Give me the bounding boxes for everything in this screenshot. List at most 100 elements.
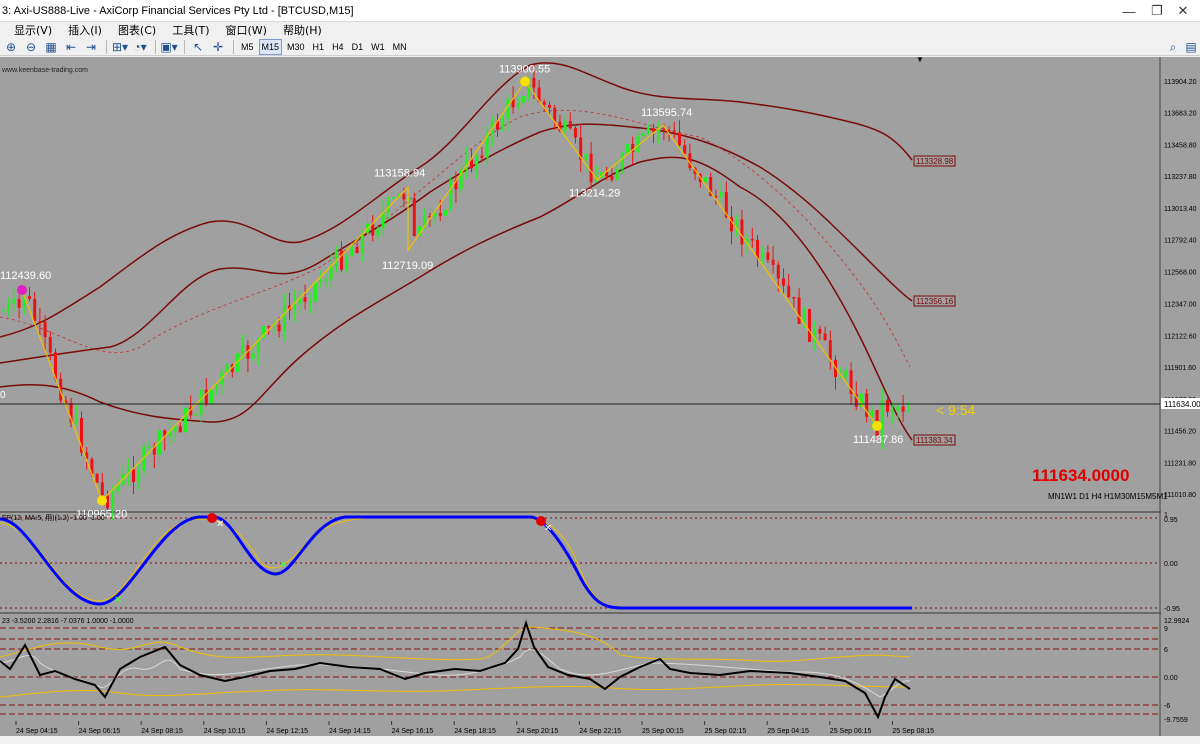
candle-body [891, 410, 895, 412]
chart-shift-marker[interactable]: ▼ [916, 55, 924, 64]
candle-body [376, 228, 380, 236]
indicators-icon[interactable]: ◔▾ [131, 39, 149, 55]
candle-body [111, 490, 115, 509]
price-axis-tick: 112568.00 [1164, 270, 1197, 277]
candle-body [38, 321, 42, 323]
osc2-lower-band [0, 683, 911, 698]
candle-body [444, 209, 447, 216]
time-axis-tick: 25 Sep 08:15 [892, 728, 934, 735]
candle-body [184, 407, 187, 433]
candle-body [324, 279, 328, 281]
price-chart-area[interactable]: 112439.60 110965.20 113158.94 112719.09 1139… [0, 55, 1200, 736]
candle-body [776, 264, 780, 279]
candle-body [844, 370, 848, 378]
candle-body [610, 176, 614, 181]
main-pane [0, 57, 1160, 512]
candle-body [95, 473, 99, 483]
candle-body [199, 389, 203, 415]
timeframe-m5[interactable]: M5 [238, 39, 257, 55]
user-icon[interactable]: ▤ [1182, 39, 1200, 55]
current-price-label: 111634.00 [1164, 400, 1200, 409]
osc1-cross-icon: ✕ [216, 519, 224, 530]
timeframe-h4[interactable]: H4 [329, 39, 347, 55]
menu-help[interactable]: 帮助(H) [275, 22, 330, 38]
candle-body [17, 299, 21, 308]
candle-body [438, 213, 442, 216]
candle-body [646, 128, 650, 134]
candle-body [516, 102, 520, 108]
osc1-label: FP(12, MA:5, 用)(1.2) -1.00 -1.00 [2, 514, 105, 522]
osc2-signal-line [0, 649, 911, 698]
scroll-icon[interactable]: ⇤ [62, 39, 80, 55]
band-label-upper: 113328.98 [916, 157, 954, 166]
candle-body [33, 298, 37, 322]
swing-marker-icon [872, 420, 882, 431]
candle-body [345, 256, 349, 270]
search-icon[interactable]: ⌕ [1164, 39, 1182, 55]
candle-body [886, 400, 889, 412]
osc2-axis-tick: 0.00 [1164, 675, 1178, 682]
zoom-out-icon[interactable]: ⊖ [22, 39, 40, 55]
candle-body [319, 279, 323, 283]
candle-body [683, 145, 687, 154]
close-button[interactable]: ✕ [1166, 0, 1200, 22]
toolbar-separator [233, 39, 234, 54]
price-axis-tick: 113683.20 [1164, 111, 1197, 118]
candle-body [761, 252, 765, 259]
candle-body [641, 133, 645, 137]
osc1-cross-icon: ✕ [279, 560, 287, 571]
templates-icon[interactable]: ▣▾ [160, 39, 178, 55]
timeframe-w1[interactable]: W1 [368, 39, 388, 55]
title-bar: 3: Axi-US888-Live - AxiCorp Financial Se… [0, 0, 1200, 47]
candle-body [901, 406, 905, 412]
timeframe-mn[interactable]: MN [390, 39, 410, 55]
swing-price-label: 112719.09 [382, 260, 433, 272]
cursor-icon[interactable]: ↖ [189, 39, 207, 55]
autoscroll-icon[interactable]: ⇥ [82, 39, 100, 55]
time-axis-tick: 25 Sep 06:15 [830, 728, 872, 735]
timeframe-m30[interactable]: M30 [284, 39, 308, 55]
candle-body [355, 247, 359, 253]
candle-body [282, 305, 286, 332]
price-axis-tick: 113458.80 [1164, 143, 1197, 150]
candle-body [100, 482, 104, 496]
timeframe-d1[interactable]: D1 [349, 39, 367, 55]
left-edge-label: 0 [0, 390, 6, 401]
timeframe-m15[interactable]: M15 [258, 38, 283, 55]
chart-toolbar: ⊕ ⊖ ▦ ⇤ ⇥ ⊞▾ ◔▾ ▣▾ ↖ ✛ M5 M15 M30 H1 H4 … [0, 38, 1200, 56]
time-axis-tick: 24 Sep 08:15 [141, 728, 183, 735]
time-axis-tick: 25 Sep 02:15 [705, 728, 747, 735]
menu-tools[interactable]: 工具(T) [164, 22, 217, 38]
candle-body [132, 469, 135, 482]
candle-body [797, 297, 801, 324]
candle-body [808, 309, 811, 342]
candle-body [329, 266, 333, 280]
price-axis-tick: 111456.20 [1164, 428, 1196, 435]
candle-body [402, 194, 406, 200]
candle-body [823, 333, 827, 341]
swing-price-label: 113595.74 [641, 107, 692, 119]
price-axis-tick: 113904.20 [1164, 79, 1197, 86]
candle-body [308, 301, 312, 304]
periods-icon[interactable]: ⊞▾ [111, 39, 129, 55]
candle-body [449, 180, 453, 210]
chart-canvas[interactable]: 112439.60110965.20113158.94112719.091139… [0, 55, 1200, 736]
time-axis-tick: 25 Sep 04:15 [767, 728, 809, 735]
swing-marker-icon [520, 76, 530, 87]
menu-insert[interactable]: 插入(I) [60, 22, 110, 38]
zoom-in-icon[interactable]: ⊕ [2, 39, 20, 55]
osc2-axis-tick: -9.7559 [1164, 717, 1188, 724]
menu-window[interactable]: 窗口(W) [218, 22, 275, 38]
menu-charts[interactable]: 图表(C) [110, 22, 164, 38]
osc2-axis-tick: 6 [1164, 647, 1168, 654]
candle-body [350, 247, 354, 257]
timeframe-h1[interactable]: H1 [310, 39, 328, 55]
grid-icon[interactable]: ▦ [42, 39, 60, 55]
crosshair-icon[interactable]: ✛ [209, 39, 227, 55]
candle-body [818, 329, 822, 334]
candle-body [792, 296, 796, 299]
menu-view[interactable]: 显示(V) [0, 22, 60, 38]
candle-body [475, 155, 479, 169]
price-axis-tick: 112122.60 [1164, 333, 1197, 340]
price-axis-tick: 112792.40 [1164, 238, 1197, 245]
